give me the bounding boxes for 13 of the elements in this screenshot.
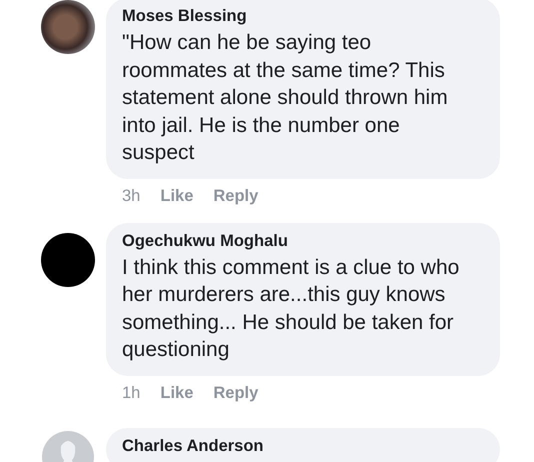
comment-text: I think this comment is a clue to who her murderers are...this guy knows something... He should be taken for questioning: [122, 254, 460, 363]
author-name[interactable]: Charles Anderson: [122, 434, 486, 456]
avatar-photo-placeholder[interactable]: [41, 0, 95, 54]
comment-text: "How can he be saying teo roommates at the same time? This statement alone should thrown him into jail. He is the number one suspect: [122, 30, 449, 166]
reply-link[interactable]: Reply: [213, 384, 258, 418]
timestamp: 3h: [122, 186, 140, 206]
avatar[interactable]: [41, 232, 95, 286]
timestamp: 1h: [122, 384, 140, 404]
like-link[interactable]: Like: [160, 384, 194, 418]
author-name[interactable]: Ogechukwu Moghalu: [122, 230, 486, 252]
like-link[interactable]: Like: [160, 186, 194, 220]
author-name[interactable]: Moses Blessing: [122, 5, 486, 27]
reply-link[interactable]: Reply: [213, 186, 258, 220]
